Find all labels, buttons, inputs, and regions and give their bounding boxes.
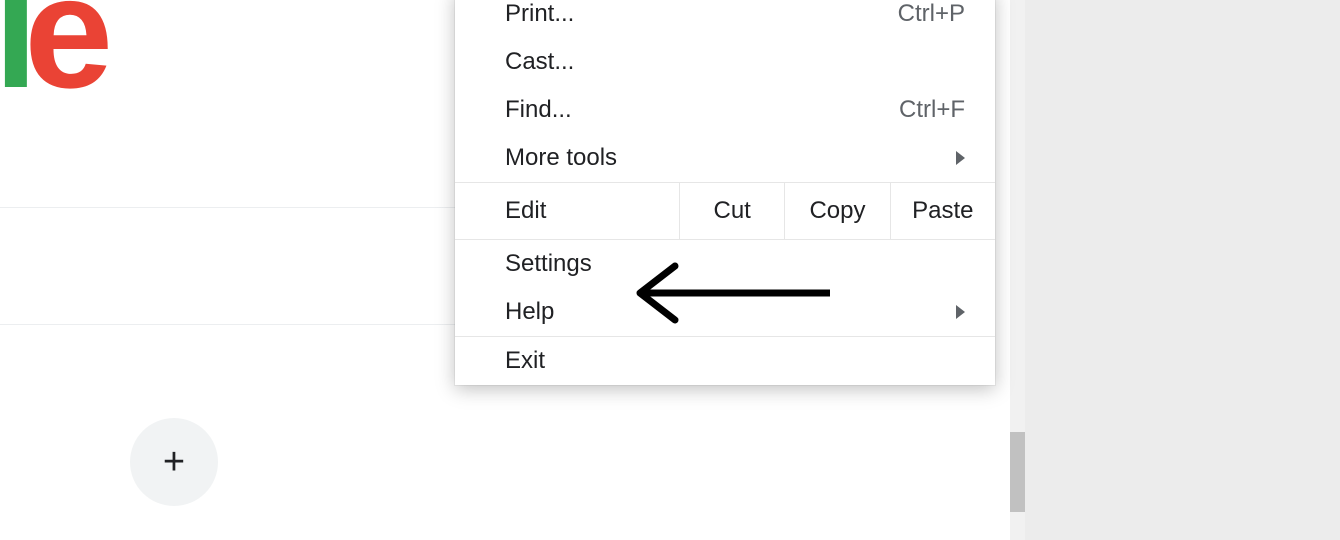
menu-shortcut: Ctrl+P	[898, 0, 965, 28]
menu-item-find[interactable]: Find... Ctrl+F	[455, 86, 995, 134]
search-bar-fragment[interactable]	[0, 207, 455, 325]
menu-item-help[interactable]: Help	[455, 288, 995, 336]
menu-item-cast[interactable]: Cast...	[455, 38, 995, 86]
logo-letter-e: e	[24, 0, 99, 121]
google-logo-fragment: gle	[0, 0, 99, 124]
menu-label: Settings	[505, 250, 592, 278]
menu-label: Copy	[809, 197, 865, 225]
menu-label: More tools	[505, 144, 617, 172]
scrollbar-thumb[interactable]	[1010, 432, 1025, 512]
edit-paste-button[interactable]: Paste	[891, 183, 995, 239]
menu-edit-row: Edit Cut Copy Paste	[455, 182, 995, 240]
menu-label: Paste	[912, 197, 973, 225]
menu-shortcut: Ctrl+F	[899, 96, 965, 124]
menu-label: Print...	[505, 0, 574, 28]
chrome-overflow-menu: Print... Ctrl+P Cast... Find... Ctrl+F M…	[455, 0, 995, 385]
menu-label: Find...	[505, 96, 572, 124]
menu-label: Help	[505, 298, 554, 326]
menu-label: Cut	[713, 197, 750, 225]
submenu-arrow-icon	[956, 305, 965, 319]
menu-item-more-tools[interactable]: More tools	[455, 134, 995, 182]
plus-icon: +	[163, 441, 185, 484]
menu-item-print[interactable]: Print... Ctrl+P	[455, 0, 995, 38]
menu-edit-label: Edit	[455, 183, 680, 239]
menu-item-settings[interactable]: Settings	[455, 240, 995, 288]
edit-cut-button[interactable]: Cut	[680, 183, 785, 239]
add-shortcut-button[interactable]: +	[130, 418, 218, 506]
edit-copy-button[interactable]: Copy	[785, 183, 890, 239]
menu-label: Exit	[505, 347, 545, 375]
menu-label: Cast...	[505, 48, 574, 76]
menu-label: Edit	[505, 197, 546, 225]
menu-item-exit[interactable]: Exit	[455, 336, 995, 385]
logo-letter-l: l	[0, 0, 24, 121]
submenu-arrow-icon	[956, 151, 965, 165]
window-background	[1022, 0, 1340, 540]
